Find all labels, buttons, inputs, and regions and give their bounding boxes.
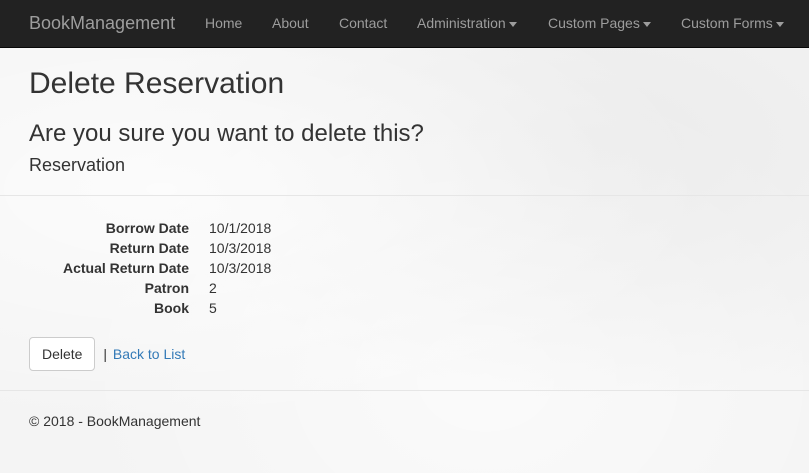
nav-about[interactable]: About <box>272 0 309 47</box>
detail-label: Actual Return Date <box>62 260 189 276</box>
detail-label: Patron <box>144 280 189 296</box>
detail-row: Book 5 <box>29 298 329 318</box>
nav-contact[interactable]: Contact <box>339 0 387 47</box>
detail-value: 2 <box>209 280 217 296</box>
back-to-list-link[interactable]: Back to List <box>113 346 185 362</box>
detail-value: 10/3/2018 <box>209 260 272 276</box>
confirm-question: Are you sure you want to delete this? <box>29 120 424 147</box>
page-footer: © 2018 - BookManagement <box>29 413 200 429</box>
nav-home-label: Home <box>205 15 243 31</box>
footer-divider <box>0 390 809 391</box>
brand-link[interactable]: BookManagement <box>29 0 175 47</box>
detail-value: 5 <box>209 300 217 316</box>
detail-label: Book <box>154 300 189 316</box>
page-title: Delete Reservation <box>29 67 285 100</box>
detail-value: 10/1/2018 <box>209 220 272 236</box>
nav-administration-dropdown[interactable]: Administration <box>417 0 517 47</box>
nav-custom-pages-label: Custom Pages <box>548 15 640 31</box>
detail-row: Actual Return Date 10/3/2018 <box>29 258 329 278</box>
delete-button[interactable]: Delete <box>29 337 96 371</box>
footer-copyright: © 2018 - BookManagement <box>29 413 201 429</box>
form-actions: Delete | Back to List <box>29 337 185 371</box>
nav-custom-pages-dropdown[interactable]: Custom Pages <box>548 0 651 47</box>
caret-down-icon <box>642 21 651 27</box>
detail-label: Return Date <box>109 240 189 256</box>
detail-row: Patron 2 <box>29 278 329 298</box>
detail-value: 10/3/2018 <box>209 240 272 256</box>
detail-row: Return Date 10/3/2018 <box>29 238 329 258</box>
details-list: Borrow Date 10/1/2018 Return Date 10/3/2… <box>29 218 329 318</box>
detail-row: Borrow Date 10/1/2018 <box>29 218 329 238</box>
caret-down-icon <box>508 21 517 27</box>
entity-heading: Reservation <box>29 155 126 175</box>
nav-about-label: About <box>272 15 309 31</box>
nav-home[interactable]: Home <box>205 0 242 47</box>
detail-label: Borrow Date <box>105 220 189 236</box>
nav-custom-forms-label: Custom Forms <box>681 15 773 31</box>
divider <box>0 195 809 196</box>
nav-contact-label: Contact <box>339 15 388 31</box>
nav-administration-label: Administration <box>417 15 506 31</box>
action-separator: | <box>103 346 107 362</box>
top-navbar: BookManagement Home About Contact Admini… <box>0 0 809 48</box>
nav-custom-forms-dropdown[interactable]: Custom Forms <box>681 0 784 47</box>
caret-down-icon <box>775 21 784 27</box>
